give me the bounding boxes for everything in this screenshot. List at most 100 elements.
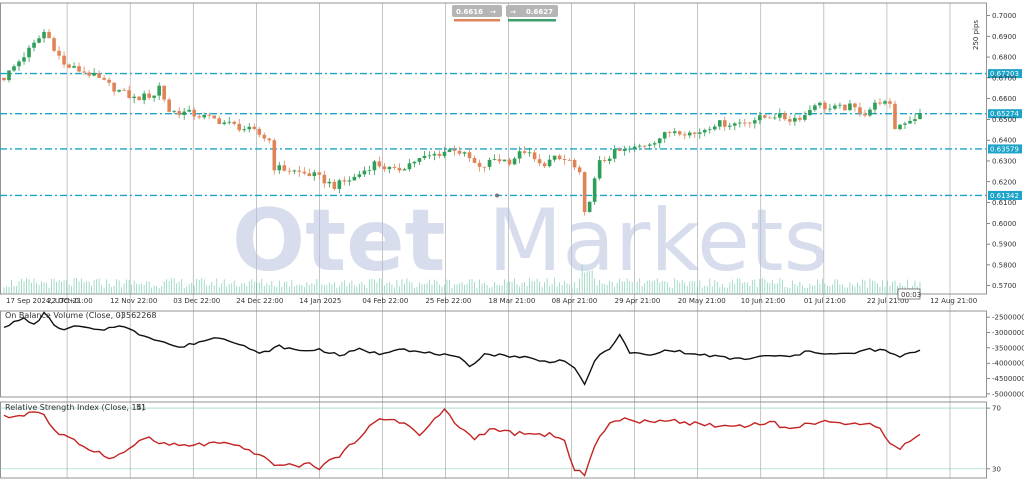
candle-body — [112, 82, 116, 92]
candle-body — [347, 180, 352, 182]
obv-value: -3562268 — [118, 311, 157, 320]
candle-body — [853, 103, 857, 108]
candle-body — [137, 96, 141, 101]
candle-body — [602, 160, 607, 161]
candle-body — [322, 174, 327, 184]
candle-body — [883, 101, 887, 104]
candle-body — [712, 126, 717, 130]
candle-body — [542, 163, 547, 167]
x-tick-label: 01 Jul 21:00 — [804, 297, 846, 305]
candle-body — [397, 167, 402, 171]
x-tick-label: 18 Mar 21:00 — [489, 297, 536, 305]
candle-body — [132, 96, 136, 98]
candle-body — [362, 170, 367, 175]
candle-body — [427, 155, 432, 157]
y-tick-label: 0.6300 — [992, 157, 1017, 165]
candle-body — [577, 167, 582, 173]
candle-body — [707, 129, 712, 131]
x-tick-label: 20 May 21:00 — [678, 297, 726, 305]
candle-body — [652, 143, 657, 145]
trading-chart: Otet Markets 0.672030.652740.635790.6134… — [0, 0, 1024, 488]
candle-body — [42, 31, 46, 39]
x-tick-label: 10 Jun 21:00 — [741, 297, 785, 305]
x-tick-label: 14 Jan 2025 — [299, 297, 341, 305]
marker-dot — [495, 193, 499, 198]
x-tick-label: 12 Nov 22:00 — [110, 297, 157, 305]
candle-body — [457, 150, 462, 154]
candle-body — [67, 64, 71, 68]
candle-body — [182, 111, 186, 115]
candle-body — [62, 55, 66, 65]
candle-body — [753, 120, 757, 124]
candle-body — [377, 161, 382, 167]
candle-body — [342, 180, 347, 182]
candle-body — [798, 117, 802, 120]
candle-body — [452, 149, 457, 151]
candle-body — [627, 148, 632, 150]
candle-body — [417, 158, 422, 162]
candle-body — [632, 146, 637, 149]
candle-body — [863, 113, 867, 116]
y-tick-label: 0.6500 — [992, 116, 1017, 124]
watermark-brand-b: Markets — [488, 191, 828, 291]
candle-body — [277, 165, 282, 171]
candle-body — [327, 181, 332, 184]
candle-body — [357, 174, 362, 177]
y-tick-label: 0.6600 — [992, 95, 1017, 103]
candle-body — [763, 115, 767, 118]
candle-body — [803, 115, 807, 120]
candle-body — [913, 119, 917, 121]
candle-body — [908, 120, 912, 124]
candle-body — [768, 117, 772, 119]
candle-body — [622, 148, 627, 151]
candle-body — [502, 159, 507, 162]
candle-body — [442, 151, 447, 156]
candle-body — [172, 111, 176, 112]
candle-body — [818, 102, 822, 106]
candle-body — [102, 77, 106, 80]
candle-body — [312, 172, 317, 177]
candle-body — [732, 123, 737, 126]
candle-body — [317, 172, 322, 175]
y-tick-label: 0.6100 — [992, 199, 1017, 207]
y-tick-label: -5000000 — [992, 390, 1024, 398]
candle-body — [893, 103, 897, 130]
candle-body — [667, 132, 672, 134]
candle-body — [282, 165, 287, 171]
candle-body — [903, 123, 907, 125]
ask-underline — [508, 19, 556, 22]
y-tick-label: -3000000 — [992, 329, 1024, 337]
time-tag-text: 00:03 — [901, 291, 921, 299]
candle-body — [142, 93, 146, 101]
y-tick-label: 0.6000 — [992, 220, 1017, 228]
x-tick-label: 12 Aug 21:00 — [930, 297, 977, 305]
candle-body — [838, 104, 842, 106]
candle-body — [843, 104, 847, 111]
candle-body — [682, 134, 687, 136]
candle-body — [162, 85, 166, 100]
candle-body — [793, 117, 797, 122]
candle-body — [823, 102, 827, 110]
candle-body — [352, 176, 357, 181]
candle-body — [482, 166, 487, 168]
candle-body — [447, 149, 452, 152]
candle-body — [77, 66, 81, 72]
candle-body — [873, 102, 877, 110]
candle-body — [262, 134, 267, 139]
y-tick-label: 0.6900 — [992, 33, 1017, 41]
x-tick-label: 22 Oct 21:00 — [47, 297, 93, 305]
candle-body — [287, 170, 292, 172]
y-tick-label: 0.7000 — [992, 12, 1017, 20]
candle-body — [662, 132, 667, 139]
bid-underline — [454, 19, 500, 22]
candle-body — [122, 89, 126, 91]
candle-body — [177, 111, 181, 115]
candle-body — [692, 132, 697, 134]
x-tick-label: 08 Apr 21:00 — [552, 297, 598, 305]
candle-body — [27, 47, 31, 58]
rsi-value: 51 — [136, 403, 146, 412]
candle-body — [898, 124, 902, 130]
candle-body — [788, 119, 792, 122]
candle-body — [717, 120, 722, 127]
obv-title: On Balance Volume (Close, 0) — [5, 311, 124, 320]
